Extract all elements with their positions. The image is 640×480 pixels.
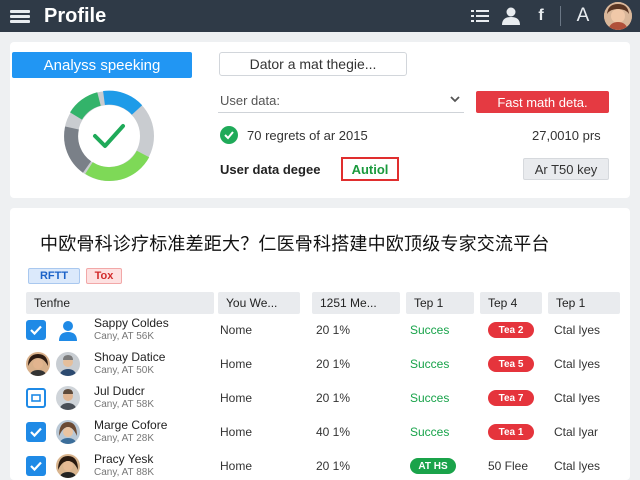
row-col3: 20 1% — [316, 323, 351, 337]
avatar[interactable] — [604, 2, 632, 30]
row-checkbox[interactable] — [26, 320, 46, 340]
font-icon[interactable]: A — [573, 4, 593, 28]
row-col2: Home — [220, 357, 253, 371]
list-icon[interactable] — [470, 4, 490, 28]
row-last: Ctal lyes — [554, 391, 601, 405]
row-subtitle: Cany, AT 28K — [94, 433, 155, 444]
row-subtitle: Cany, AT 88K — [94, 467, 155, 478]
table-row[interactable]: Pracy Yesk Cany, AT 88K Home 20 1% AT HS… — [20, 448, 630, 480]
column-header[interactable]: You We... — [218, 292, 300, 314]
dropdown-underline — [218, 112, 464, 113]
row-status: Succes — [410, 357, 450, 371]
overlay-banner-text: 中欧骨科诊疗标准差距大？仁医骨科搭建中欧顶级专家交流平台 — [40, 234, 550, 254]
filter-chip-rftt[interactable]: RFTT — [28, 268, 80, 284]
row-subtitle: Cany, AT 50K — [94, 365, 155, 376]
table-row[interactable]: Marge Cofore Cany, AT 28K Home 40 1% Suc… — [20, 414, 630, 448]
status-badge: Tea 5 — [488, 356, 534, 372]
avatar — [26, 352, 50, 376]
row-name: Pracy Yesk — [94, 452, 154, 466]
records-text: 70 regrets of ar 2015 — [247, 128, 368, 143]
row-checkbox[interactable] — [26, 388, 46, 408]
row-col3: 20 1% — [316, 459, 351, 473]
progress-donut — [64, 90, 154, 181]
avatar — [56, 420, 80, 444]
column-header[interactable]: 1251 Me... — [312, 292, 400, 314]
row-last: Ctal lyes — [554, 323, 601, 337]
row-col2: Nome — [220, 323, 253, 337]
status-badge: Tea 7 — [488, 390, 534, 406]
column-header[interactable]: Tenfne — [26, 292, 214, 314]
row-col2: Home — [220, 425, 253, 439]
degree-label: User data degee — [220, 162, 321, 177]
facebook-glyph: f — [538, 7, 544, 24]
key-button[interactable]: Ar T50 key — [523, 158, 609, 180]
font-glyph: A — [576, 5, 590, 26]
row-col3: 20 1% — [316, 357, 351, 371]
degree-badge[interactable]: Autiol — [341, 157, 399, 181]
row-checkbox[interactable] — [26, 456, 46, 476]
column-header[interactable]: Tep 4 — [480, 292, 542, 314]
menu-icon[interactable] — [10, 8, 32, 24]
table-row[interactable]: Jul Dudcr Cany, AT 58K Home 20 1% Succes… — [20, 380, 630, 414]
avatar — [56, 352, 80, 376]
row-col2: Home — [220, 391, 253, 405]
status-badge: Tea 1 — [488, 424, 534, 440]
table-row[interactable]: Sappy Coldes Cany, AT 56K Nome 20 1% Suc… — [20, 312, 630, 346]
column-header[interactable]: Tep 1 — [406, 292, 474, 314]
chevron-down-icon[interactable] — [448, 92, 462, 106]
facebook-icon[interactable]: f — [534, 4, 548, 28]
row-status: Succes — [410, 425, 450, 439]
row-subtitle: Cany, AT 58K — [94, 399, 155, 410]
row-last: Ctal lyar — [554, 425, 599, 439]
row-name: Shoay Datice — [94, 350, 166, 364]
records-value: 27,0010 prs — [532, 128, 601, 143]
page-title: Profile — [44, 5, 107, 27]
check-circle-icon — [220, 126, 238, 144]
status-badge: Tea 2 — [488, 322, 534, 338]
row-checkbox[interactable] — [26, 422, 46, 442]
status-badge: AT HS — [410, 458, 456, 474]
row-subtitle: Cany, AT 56K — [94, 331, 155, 342]
row-name: Jul Dudcr — [94, 384, 145, 398]
user-data-label: User data: — [220, 93, 280, 108]
top-app-bar: Profile f A — [0, 0, 640, 32]
analysis-button[interactable]: Analyss speeking — [12, 52, 192, 78]
column-header[interactable]: Tep 1 — [548, 292, 620, 314]
row-status: Succes — [410, 391, 450, 405]
analysis-card: Analyss speeking Dator a mat thegie... U… — [10, 42, 630, 198]
avatar — [56, 386, 80, 410]
row-col3: 20 1% — [316, 391, 351, 405]
row-status: Succes — [410, 323, 450, 337]
avatar — [56, 454, 80, 478]
row-last: Ctal lyes — [554, 357, 601, 371]
row-name: Sappy Coldes — [94, 316, 169, 330]
toolbar-divider — [560, 6, 561, 26]
data-format-button[interactable]: Dator a mat thegie... — [219, 52, 407, 76]
row-last: Ctal lyes — [554, 459, 601, 473]
user-icon[interactable] — [500, 4, 522, 28]
fast-math-button[interactable]: Fast math deta. — [476, 91, 609, 113]
filter-chip-tox[interactable]: Tox — [86, 268, 122, 284]
user-icon — [56, 318, 80, 342]
row-col5: 50 Flee — [488, 459, 529, 473]
row-col3: 40 1% — [316, 425, 351, 439]
table-row[interactable]: Shoay Datice Cany, AT 50K Home 20 1% Suc… — [20, 346, 630, 380]
row-name: Marge Cofore — [94, 418, 168, 432]
row-col2: Home — [220, 459, 253, 473]
